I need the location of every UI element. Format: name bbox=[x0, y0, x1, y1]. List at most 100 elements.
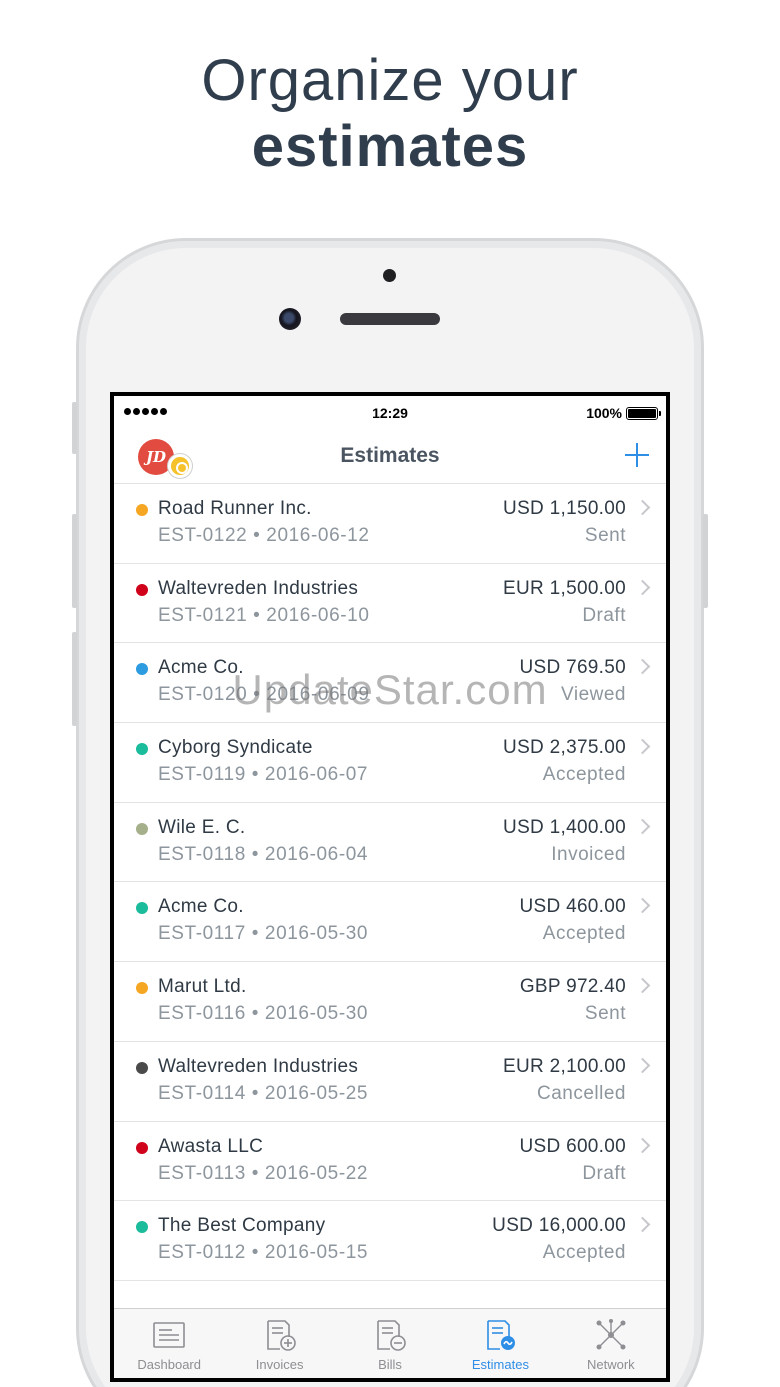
chevron-right-icon bbox=[634, 659, 651, 675]
estimate-amount: USD 769.50 bbox=[519, 657, 626, 679]
status-dot bbox=[136, 663, 148, 676]
chevron-right-icon bbox=[634, 818, 651, 835]
estimate-amount: EUR 2,100.00 bbox=[503, 1055, 626, 1077]
estimate-amount: USD 600.00 bbox=[519, 1135, 626, 1157]
tab-label: Bills bbox=[378, 1357, 402, 1372]
estimate-row[interactable]: Marut Ltd. EST-0116 • 2016-05-30 GBP 972… bbox=[114, 962, 666, 1042]
estimate-row[interactable]: Acme Co. EST-0120 • 2016-06-09 USD 769.5… bbox=[114, 643, 666, 724]
phone-screen: 12:29 100% JD Estimates Road Runner Inc.… bbox=[110, 392, 670, 1382]
status-time: 12:29 bbox=[372, 405, 408, 421]
chevron-right-icon bbox=[634, 1137, 651, 1153]
status-dot bbox=[136, 504, 148, 516]
chevron-right-icon bbox=[634, 579, 651, 595]
bills-icon bbox=[373, 1319, 407, 1351]
estimate-number-date: EST-0122 • 2016-06-12 bbox=[158, 525, 370, 546]
client-name: Awasta LLC bbox=[158, 1135, 264, 1157]
estimate-number-date: EST-0112 • 2016-05-15 bbox=[158, 1242, 369, 1264]
battery-icon bbox=[626, 407, 661, 420]
tab-bar: Dashboard Invoices Bills Estimates Netwo… bbox=[114, 1308, 666, 1378]
client-name: The Best Company bbox=[158, 1215, 326, 1237]
tab-dashboard[interactable]: Dashboard bbox=[114, 1309, 224, 1378]
estimate-amount: USD 1,150.00 bbox=[503, 498, 626, 519]
client-name: Acme Co. bbox=[158, 657, 244, 679]
chevron-right-icon bbox=[634, 1216, 651, 1233]
estimate-status: Viewed bbox=[561, 684, 626, 706]
estimate-row[interactable]: Awasta LLC EST-0113 • 2016-05-22 USD 600… bbox=[114, 1122, 666, 1202]
estimate-status: Sent bbox=[584, 1003, 626, 1025]
power-button bbox=[703, 514, 708, 608]
status-dot bbox=[136, 1141, 148, 1154]
front-camera bbox=[279, 308, 301, 330]
estimate-row[interactable]: Acme Co. EST-0117 • 2016-05-30 USD 460.0… bbox=[114, 882, 666, 963]
estimate-status: Invoiced bbox=[551, 843, 626, 865]
earpiece-speaker bbox=[340, 313, 440, 325]
add-estimate-button[interactable] bbox=[622, 440, 652, 470]
estimate-list: Road Runner Inc. EST-0122 • 2016-06-12 U… bbox=[114, 484, 666, 1281]
estimate-status: Accepted bbox=[542, 923, 626, 945]
chevron-right-icon bbox=[634, 738, 651, 755]
estimate-amount: GBP 972.40 bbox=[519, 976, 626, 998]
estimate-number-date: EST-0120 • 2016-06-09 bbox=[158, 684, 370, 706]
navigation-bar: JD Estimates bbox=[114, 430, 666, 484]
client-name: Wile E. C. bbox=[158, 816, 246, 838]
estimate-status: Cancelled bbox=[537, 1082, 626, 1104]
tab-estimates[interactable]: Estimates bbox=[445, 1309, 555, 1378]
status-dot bbox=[136, 822, 148, 835]
tab-label: Dashboard bbox=[137, 1357, 201, 1372]
status-dot bbox=[136, 982, 148, 995]
status-dot bbox=[136, 1221, 148, 1234]
chevron-right-icon bbox=[634, 1057, 651, 1074]
battery-percentage: 100% bbox=[586, 405, 622, 421]
estimate-row[interactable]: Cyborg Syndicate EST-0119 • 2016-06-07 U… bbox=[114, 723, 666, 803]
estimate-row[interactable]: Road Runner Inc. EST-0122 • 2016-06-12 U… bbox=[114, 484, 666, 564]
tab-bills[interactable]: Bills bbox=[335, 1309, 445, 1378]
invoices-icon bbox=[263, 1319, 297, 1351]
client-name: Road Runner Inc. bbox=[158, 498, 312, 519]
app-screen: 12:29 100% JD Estimates Road Runner Inc.… bbox=[114, 396, 666, 1378]
client-name: Marut Ltd. bbox=[158, 976, 247, 998]
chevron-right-icon bbox=[634, 898, 651, 914]
estimate-number-date: EST-0114 • 2016-05-25 bbox=[158, 1082, 369, 1104]
estimate-number-date: EST-0116 • 2016-05-30 bbox=[158, 1003, 369, 1025]
estimate-amount: USD 2,375.00 bbox=[503, 737, 626, 759]
tab-label: Estimates bbox=[471, 1357, 529, 1372]
page-title: Estimates bbox=[340, 444, 440, 467]
estimate-number-date: EST-0113 • 2016-05-22 bbox=[158, 1162, 369, 1184]
estimate-row[interactable]: Waltevreden Industries EST-0121 • 2016-0… bbox=[114, 564, 666, 644]
estimate-number-date: EST-0118 • 2016-06-04 bbox=[158, 843, 369, 865]
estimate-amount: EUR 1,500.00 bbox=[503, 577, 626, 599]
estimate-status: Draft bbox=[582, 604, 626, 626]
chevron-right-icon bbox=[634, 499, 651, 516]
network-icon bbox=[594, 1319, 628, 1351]
tab-label: Invoices bbox=[255, 1357, 304, 1372]
status-dot bbox=[136, 1061, 148, 1074]
chevron-right-icon bbox=[634, 977, 651, 994]
volume-down-button bbox=[72, 632, 77, 726]
proximity-sensor bbox=[383, 269, 396, 282]
estimate-amount: USD 460.00 bbox=[519, 896, 626, 918]
headline-line-1: Organize your bbox=[201, 48, 579, 113]
headline-line-2: estimates bbox=[251, 114, 529, 179]
status-bar: 12:29 100% bbox=[114, 396, 666, 430]
status-dot bbox=[136, 902, 148, 915]
tab-network[interactable]: Network bbox=[556, 1309, 666, 1378]
status-dot bbox=[136, 743, 148, 756]
estimate-status: Accepted bbox=[542, 764, 626, 786]
estimate-row[interactable]: Wile E. C. EST-0118 • 2016-06-04 USD 1,4… bbox=[114, 803, 666, 883]
estimate-number-date: EST-0119 • 2016-06-07 bbox=[158, 764, 369, 786]
mute-switch bbox=[72, 402, 77, 454]
client-name: Waltevreden Industries bbox=[158, 1055, 359, 1077]
dashboard-icon bbox=[152, 1319, 186, 1351]
tab-label: Network bbox=[586, 1357, 635, 1372]
tab-invoices[interactable]: Invoices bbox=[224, 1309, 334, 1378]
estimates-icon bbox=[483, 1319, 517, 1351]
estimate-status: Sent bbox=[584, 525, 626, 546]
estimate-amount: USD 16,000.00 bbox=[492, 1215, 626, 1237]
estimate-row[interactable]: The Best Company EST-0112 • 2016-05-15 U… bbox=[114, 1201, 666, 1281]
volume-up-button bbox=[72, 514, 77, 608]
estimate-number-date: EST-0117 • 2016-05-30 bbox=[158, 923, 369, 945]
estimate-amount: USD 1,400.00 bbox=[503, 816, 626, 838]
estimate-row[interactable]: Waltevreden Industries EST-0114 • 2016-0… bbox=[114, 1042, 666, 1122]
headline: Organize your estimates bbox=[0, 48, 780, 180]
estimate-number-date: EST-0121 • 2016-06-10 bbox=[158, 604, 370, 626]
